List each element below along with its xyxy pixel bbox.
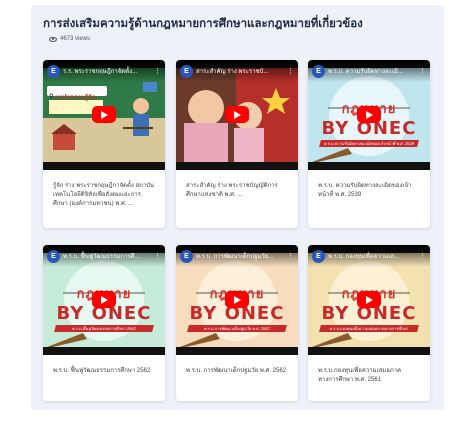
thumbnail-band: พ.ร.บ.การพัฒนาเด็กปฐมวัย พ.ศ. 2562 <box>187 325 287 332</box>
video-caption: พ.ร.บ.กองทุนเพื่อความเสมอภาคทางการศึกษา … <box>318 368 402 383</box>
play-button[interactable] <box>357 291 381 308</box>
video-caption: พ.ร.บ. ฟื้นฟูวัฒนธรรมการศึกษา 2562 <box>53 368 151 374</box>
video-caption: พ.ร.บ. การพัฒนาเด็กปฐมวัย พ.ศ. 2562 <box>186 368 287 374</box>
video-card-1[interactable]: ⚲ มาทำความรู้จัก... E ร.ร. พระราชกฤษฎีกา… <box>43 60 165 228</box>
video-overlay-title[interactable]: พ.ร.บ. ความรับผิดทางละเมิ... <box>328 66 416 76</box>
video-caption: พ.ร.บ. ความรับผิดทางละเมิดของเจ้าหน้าที่… <box>318 183 412 198</box>
search-icon: ⚲ <box>49 94 54 100</box>
play-button[interactable] <box>357 106 381 123</box>
video-overlay-title[interactable]: สาระสำคัญ ร่าง พระราชบั... <box>196 66 284 76</box>
eye-icon <box>49 36 57 42</box>
video-card-5[interactable]: กฎหมาย BY ONEC พ.ร.บ.การพัฒนาเด็กปฐมวัย … <box>176 245 298 401</box>
channel-avatar[interactable]: E <box>312 249 325 263</box>
video-thumbnail[interactable]: ⚲ มาทำความรู้จัก... E ร.ร. พระราชกฤษฎีกา… <box>43 60 165 170</box>
video-card-2[interactable]: E สาระสำคัญ ร่าง พระราชบั... ⋮ สาระสำคัญ… <box>176 60 298 228</box>
video-thumbnail[interactable]: กฎหมาย BY ONEC พ.ร.บ.กองทุนเพื่อความเสมอ… <box>308 245 430 355</box>
video-topbar: E พ.ร.บ. ความรับผิดทางละเมิ... ⋮ <box>308 60 430 82</box>
video-topbar: E พ.ร.บ. ฟื้นฟูวัฒนธรรมการศึ... ⋮ <box>43 245 165 267</box>
more-options-icon[interactable]: ⋮ <box>154 68 161 75</box>
video-thumbnail[interactable]: กฎหมาย BY ONEC พ.ร.บ.ความรับผิดทางละเมิด… <box>308 60 430 170</box>
channel-avatar[interactable]: E <box>180 64 193 78</box>
page-title: การส่งเสริมความรู้ด้านกฎหมายการศึกษาและก… <box>43 18 363 30</box>
video-thumbnail[interactable]: กฎหมาย BY ONEC พ.ร.บ.ฟื้นฟูวัฒนธรรมการศึ… <box>43 245 165 355</box>
channel-avatar[interactable]: E <box>47 249 60 263</box>
video-overlay-title[interactable]: ร.ร. พระราชกฤษฎีกาจัดตั้ง... <box>63 66 151 76</box>
video-topbar: E พ.ร.บ. การพัฒนาเด็กปฐมวัย... ⋮ <box>176 245 298 267</box>
thumbnail-band: พ.ร.บ.ฟื้นฟูวัฒนธรรมการศึกษา 2562 <box>54 325 154 332</box>
video-card-3[interactable]: กฎหมาย BY ONEC พ.ร.บ.ความรับผิดทางละเมิด… <box>308 60 430 228</box>
video-thumbnail[interactable]: กฎหมาย BY ONEC พ.ร.บ.การพัฒนาเด็กปฐมวัย … <box>176 245 298 355</box>
video-overlay-title[interactable]: พ.ร.บ. กองทุนเพื่อความเส... <box>328 251 416 261</box>
play-button[interactable] <box>225 291 249 308</box>
video-overlay-title[interactable]: พ.ร.บ. ฟื้นฟูวัฒนธรรมการศึ... <box>63 251 151 261</box>
video-card-4[interactable]: กฎหมาย BY ONEC พ.ร.บ.ฟื้นฟูวัฒนธรรมการศึ… <box>43 245 165 401</box>
more-options-icon[interactable]: ⋮ <box>419 68 426 75</box>
thumbnail-band: พ.ร.บ.กองทุนเพื่อความเสมอภาคทางการศึกษา <box>319 325 419 332</box>
play-button[interactable] <box>92 291 116 308</box>
video-topbar: E ร.ร. พระราชกฤษฎีกาจัดตั้ง... ⋮ <box>43 60 165 82</box>
channel-avatar[interactable]: E <box>47 64 60 78</box>
thumbnail-search-text: มาทำความรู้จัก... <box>55 94 101 101</box>
video-caption: สาระสำคัญ ร่าง พระราชบัญญัติการศึกษาแห่ง… <box>186 183 278 198</box>
more-options-icon[interactable]: ⋮ <box>287 253 294 260</box>
thumbnail-band: พ.ร.บ.ความรับผิดทางละเมิดของเจ้าหน้าที่ … <box>319 140 419 147</box>
thumbnail-search-bar: ⚲ มาทำความรู้จัก... <box>49 92 107 101</box>
play-button[interactable] <box>225 106 249 123</box>
view-count: 4673 views <box>49 36 90 42</box>
more-options-icon[interactable]: ⋮ <box>154 253 161 260</box>
more-options-icon[interactable]: ⋮ <box>419 253 426 260</box>
video-topbar: E พ.ร.บ. กองทุนเพื่อความเส... ⋮ <box>308 245 430 267</box>
video-overlay-title[interactable]: พ.ร.บ. การพัฒนาเด็กปฐมวัย... <box>196 251 284 261</box>
channel-avatar[interactable]: E <box>180 249 193 263</box>
channel-avatar[interactable]: E <box>312 64 325 78</box>
more-options-icon[interactable]: ⋮ <box>287 68 294 75</box>
video-caption: รู้จัก ร่าง พระราชกฤษฎีกาจัดตั้ง สถาบันเ… <box>53 183 155 207</box>
play-button[interactable] <box>92 106 116 123</box>
video-topbar: E สาระสำคัญ ร่าง พระราชบั... ⋮ <box>176 60 298 82</box>
video-thumbnail[interactable]: E สาระสำคัญ ร่าง พระราชบั... ⋮ <box>176 60 298 170</box>
video-card-6[interactable]: กฎหมาย BY ONEC พ.ร.บ.กองทุนเพื่อความเสมอ… <box>308 245 430 401</box>
content-panel: การส่งเสริมความรู้ด้านกฎหมายการศึกษาและก… <box>31 5 444 410</box>
view-count-text: 4673 views <box>60 36 91 42</box>
